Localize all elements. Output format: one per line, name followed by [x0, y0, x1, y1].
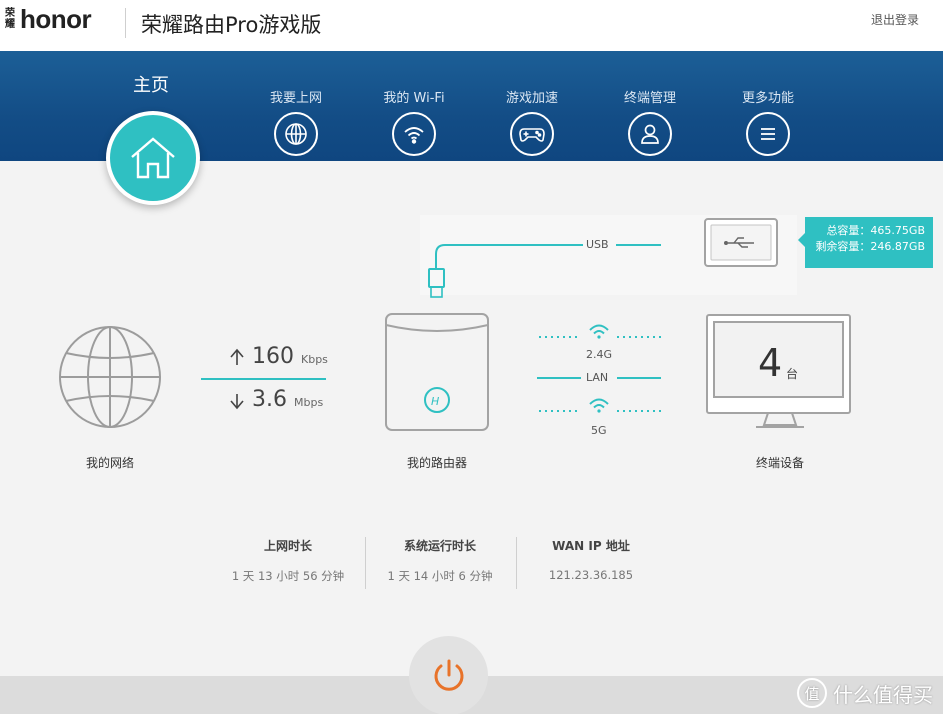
nav-item-more[interactable]: 更多功能 — [713, 87, 823, 156]
upload-speed: 160 Kbps — [252, 344, 328, 369]
watermark-logo: 值 — [797, 678, 827, 708]
nav-item-label: 更多功能 — [741, 91, 794, 106]
nav-home-label: 主页 — [133, 75, 169, 96]
stat-value: 1 天 13 小时 56 分钟 — [231, 569, 345, 583]
brand-small-text: 荣耀 — [5, 8, 15, 30]
usb-drive-graphic — [704, 218, 778, 267]
stat-value: 1 天 14 小时 6 分钟 — [387, 569, 493, 583]
svg-text:H: H — [431, 395, 439, 408]
nav-item-label: 我的 Wi-Fi — [383, 91, 445, 106]
dashboard: H 总容量：465.75GB 剩余容量：246.87GB 160 Kbps 3.… — [0, 161, 943, 676]
app-title: 荣耀路由Pro游戏版 — [141, 13, 322, 37]
download-value: 3.6 — [252, 387, 287, 412]
nav-item-game-boost[interactable]: 游戏加速 — [477, 87, 587, 156]
upload-value: 160 — [252, 344, 294, 369]
band-5g-label: 5G — [591, 424, 607, 437]
title-divider — [125, 8, 126, 38]
device-count: 4 — [758, 341, 783, 385]
gamepad-icon — [510, 112, 554, 156]
nav-item-label: 终端管理 — [623, 91, 676, 106]
nav-item-label: 游戏加速 — [505, 91, 558, 106]
wifi-icon — [392, 112, 436, 156]
online-duration: 上网时长 1 天 13 小时 56 分钟 — [213, 537, 363, 584]
power-icon — [434, 659, 463, 691]
stat-title: 系统运行时长 — [403, 539, 476, 553]
menu-icon — [746, 112, 790, 156]
device-count-unit: 台 — [786, 367, 799, 381]
stat-value: 121.23.36.185 — [548, 568, 634, 582]
storage-free: 剩余容量：246.87GB — [815, 240, 925, 253]
nav-item-wifi[interactable]: 我的 Wi-Fi — [359, 87, 469, 156]
download-speed: 3.6 Mbps — [252, 387, 323, 412]
storage-total: 总容量：465.75GB — [826, 224, 925, 237]
stat-title: 上网时长 — [263, 539, 312, 553]
nav-item-internet[interactable]: 我要上网 — [241, 87, 351, 156]
band-24g-label: 2.4G — [586, 348, 613, 361]
download-unit: Mbps — [294, 396, 324, 409]
my-router-link[interactable]: 我的路由器 — [387, 454, 487, 471]
storage-tooltip: 总容量：465.75GB 剩余容量：246.87GB — [798, 217, 933, 268]
wan-ip: WAN IP 地址 121.23.36.185 — [516, 537, 666, 582]
uptime: 系统运行时长 1 天 14 小时 6 分钟 — [365, 537, 515, 584]
watermark: 值 什么值得买 — [797, 676, 933, 710]
power-button[interactable] — [409, 636, 488, 714]
devices-link[interactable]: 终端设备 — [730, 454, 830, 471]
router-graphic — [385, 313, 489, 431]
upload-unit: Kbps — [301, 353, 328, 366]
logout-link[interactable]: 退出登录 — [871, 11, 919, 28]
top-bar: 荣耀 honor 荣耀路由Pro游戏版 退出登录 — [0, 0, 943, 51]
stat-title: WAN IP 地址 — [552, 539, 630, 553]
nav-item-label: 我要上网 — [269, 91, 322, 106]
globe-graphic — [59, 326, 161, 428]
nav-item-devices[interactable]: 终端管理 — [595, 87, 705, 156]
usb-label: USB — [586, 238, 609, 251]
lan-label: LAN — [586, 371, 609, 384]
my-network-link[interactable]: 我的网络 — [60, 454, 160, 471]
globe-icon — [274, 112, 318, 156]
honor-logo: honor — [20, 4, 92, 34]
user-icon — [628, 112, 672, 156]
watermark-text: 什么值得买 — [833, 682, 933, 707]
